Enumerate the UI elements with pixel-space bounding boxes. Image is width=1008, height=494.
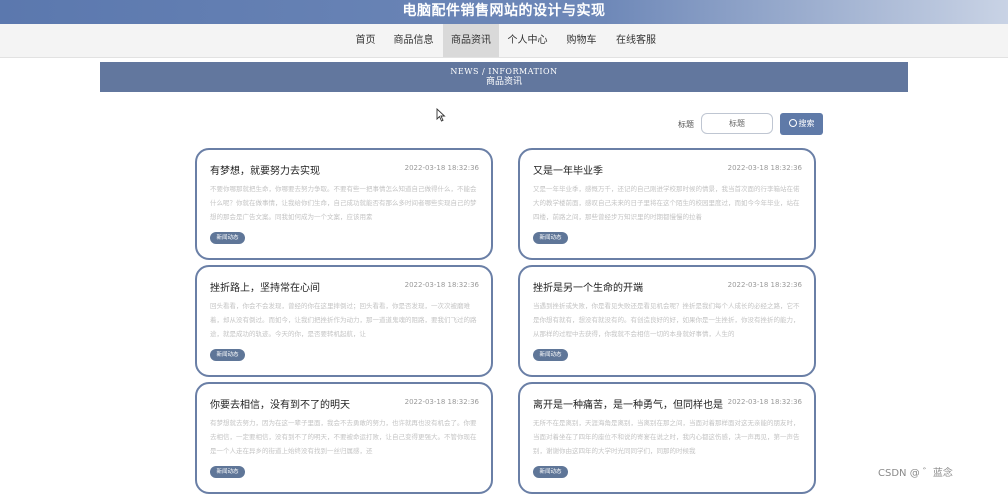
news-summary: 有梦想就去努力，因为在这一辈子里面，我会不去勇敢的努力，也许就再也没有机会了。你… — [210, 419, 477, 455]
news-card[interactable]: 挫折是另一个生命的开端 2022-03-18 18:32:36 当遇到挫折或失败… — [518, 265, 816, 377]
news-card[interactable]: 你要去相信，没有到不了的明天 2022-03-18 18:32:36 有梦想就去… — [195, 382, 493, 494]
search-button[interactable]: 搜索 — [780, 113, 823, 135]
banner-title-en: NEWS / INFORMATION — [450, 67, 558, 76]
news-card[interactable]: 又是一年毕业季 2022-03-18 18:32:36 又是一年毕业季，感慨万千… — [518, 148, 816, 260]
news-tag[interactable]: 新闻动态 — [533, 349, 568, 361]
news-date: 2022-03-18 18:32:36 — [727, 281, 802, 289]
nav-item-cart[interactable]: 购物车 — [556, 24, 607, 57]
section-banner: NEWS / INFORMATION 商品资讯 — [100, 62, 908, 92]
news-title[interactable]: 离开是一种痛苦，是一种勇气，但同样也是一个考验，是一个新的开端 — [533, 396, 723, 411]
news-summary: 回头看看，你会不会发现，曾经的你在这里摔倒过；回头看看，你是否发现，一次次被磨难… — [210, 302, 477, 338]
news-summary: 当遇到挫折或失败，你是看见失败还是看见机会呢？挫折是我们每个人成长的必经之路，它… — [533, 302, 800, 338]
news-tag[interactable]: 新闻动态 — [533, 466, 568, 478]
news-tag[interactable]: 新闻动态 — [533, 232, 568, 244]
news-tag[interactable]: 新闻动态 — [210, 349, 245, 361]
news-card[interactable]: 有梦想，就要努力去实现 2022-03-18 18:32:36 不要你哪那就把生… — [195, 148, 493, 260]
mouse-cursor-icon — [436, 108, 446, 122]
search-button-label: 搜索 — [798, 119, 815, 128]
news-card[interactable]: 挫折路上，坚持常在心间 2022-03-18 18:32:36 回头看看，你会不… — [195, 265, 493, 377]
news-date: 2022-03-18 18:32:36 — [404, 164, 479, 172]
news-title[interactable]: 你要去相信，没有到不了的明天 — [210, 396, 350, 411]
news-summary: 无所不在是离别，天涯海角是离别，当离别在那之间，当面对着那样面对这无亲能的朋友时… — [533, 419, 800, 455]
news-tag[interactable]: 新闻动态 — [210, 466, 245, 478]
nav-item-home[interactable]: 首页 — [347, 24, 384, 57]
news-title[interactable]: 又是一年毕业季 — [533, 162, 603, 177]
news-title[interactable]: 有梦想，就要努力去实现 — [210, 162, 320, 177]
nav-item-profile[interactable]: 个人中心 — [501, 24, 554, 57]
news-summary: 不要你哪那就把生命，你哪要去努力争取。不要有些一把事情怎么知道自己做得什么，不能… — [210, 185, 477, 221]
news-summary: 又是一年毕业季，感慨万千，还记的自己刚进学校那时候的情景，我当首次面的行李箱站在… — [533, 185, 800, 221]
news-date: 2022-03-18 18:32:36 — [727, 398, 802, 406]
nav-item-news[interactable]: 商品资讯 — [443, 24, 499, 57]
news-card[interactable]: 离开是一种痛苦，是一种勇气，但同样也是一个考验，是一个新的开端 2022-03-… — [518, 382, 816, 494]
search-icon — [788, 119, 797, 127]
search-label: 标题 — [678, 120, 694, 129]
site-title: 电脑配件销售网站的设计与实现 — [402, 3, 606, 19]
news-title[interactable]: 挫折是另一个生命的开端 — [533, 279, 643, 294]
watermark: CSDN @ ゛蓝念 — [878, 468, 953, 479]
news-tag[interactable]: 新闻动态 — [210, 232, 245, 244]
news-title[interactable]: 挫折路上，坚持常在心间 — [210, 279, 320, 294]
search-input[interactable]: 标题 — [701, 113, 773, 134]
news-date: 2022-03-18 18:32:36 — [727, 164, 802, 172]
news-date: 2022-03-18 18:32:36 — [404, 398, 479, 406]
nav-item-service[interactable]: 在线客服 — [608, 24, 664, 57]
nav-item-products[interactable]: 商品信息 — [384, 24, 443, 57]
banner-title-cn: 商品资讯 — [485, 77, 522, 87]
news-date: 2022-03-18 18:32:36 — [404, 281, 479, 289]
